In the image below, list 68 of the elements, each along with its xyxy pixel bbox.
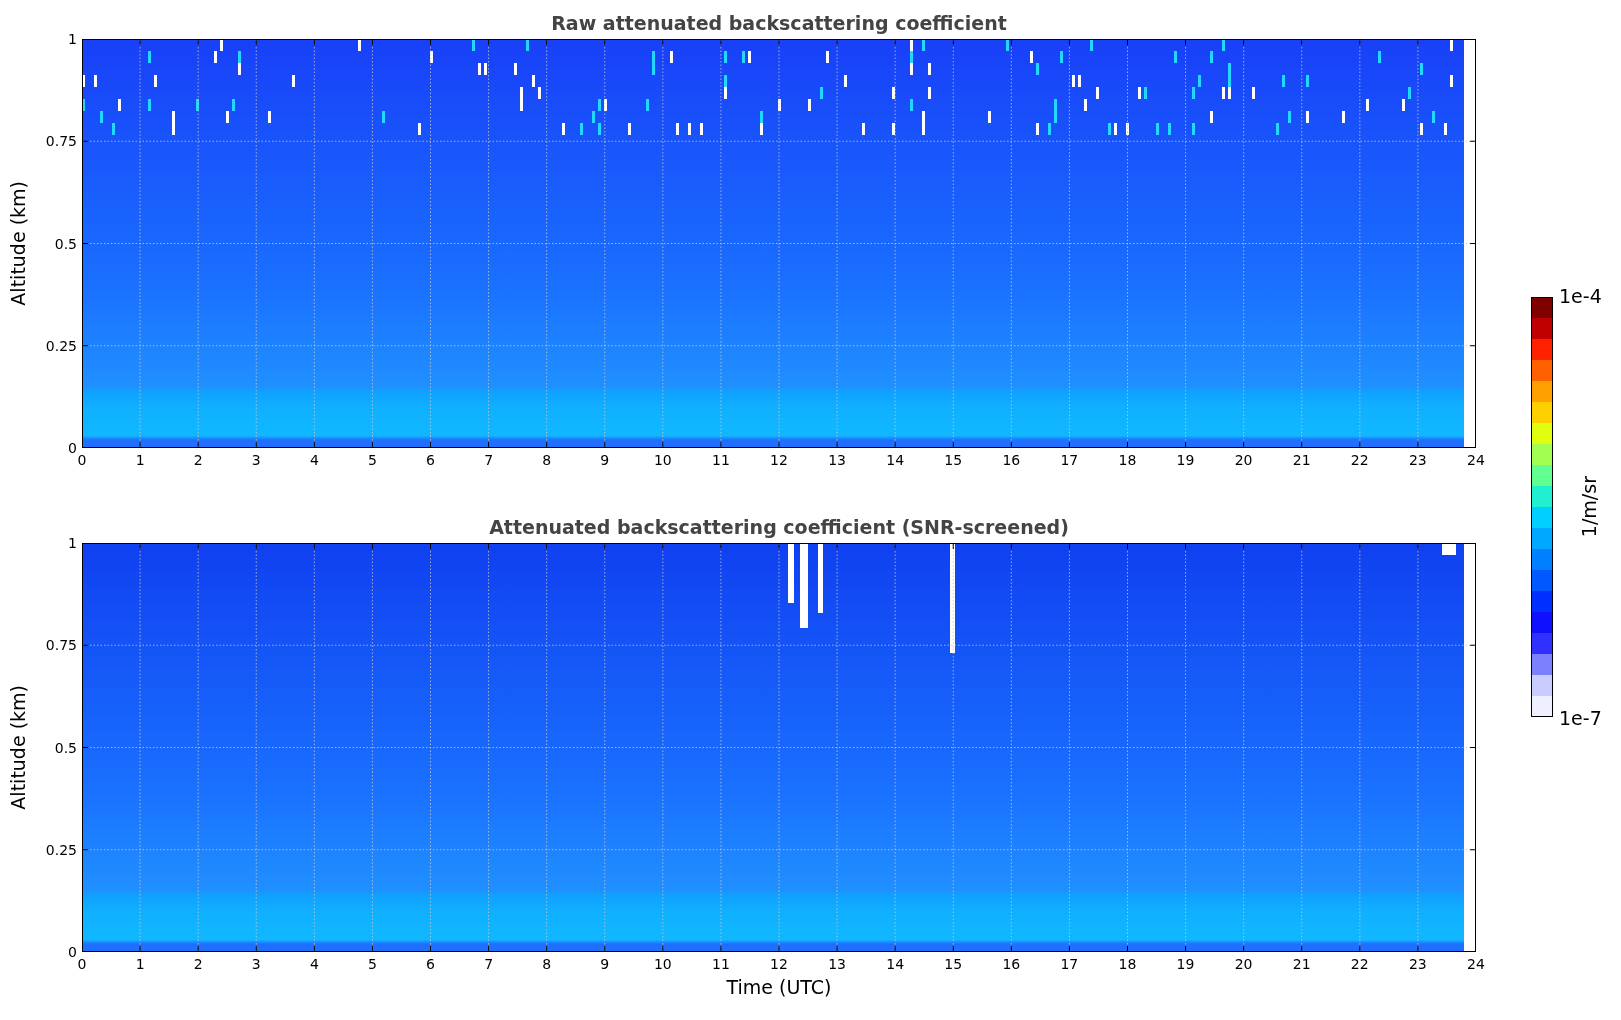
tick-label: 11 <box>712 956 730 972</box>
tick-label: 15 <box>944 452 963 468</box>
tick-label: 0 <box>77 452 87 468</box>
tick-label: 6 <box>426 956 435 972</box>
tick-label: 16 <box>1002 452 1021 468</box>
tick-label: 4 <box>309 452 319 468</box>
tick-label: 22 <box>1350 452 1369 468</box>
tick-label: 17 <box>1060 452 1079 468</box>
tick-label: 18 <box>1118 956 1137 972</box>
tick-label: 16 <box>1002 956 1021 972</box>
tick-label: 8 <box>542 452 552 468</box>
tick-label: 14 <box>886 956 905 972</box>
tick-label: 1 <box>68 535 77 552</box>
tick-label: 22 <box>1350 956 1369 972</box>
tick-label: 9 <box>600 956 610 972</box>
tick-label: 12 <box>770 956 788 972</box>
axis-label: Altitude (km) <box>7 181 29 306</box>
tick-label: 0.5 <box>54 739 77 756</box>
tick-label: 2 <box>193 452 203 468</box>
tick-label: 0.75 <box>45 637 77 654</box>
tick-label: 0 <box>68 944 77 961</box>
tick-label: 8 <box>542 956 552 972</box>
tick-label: 9 <box>600 452 610 468</box>
tick-label: 23 <box>1408 956 1427 972</box>
tick-label: 0 <box>68 440 77 457</box>
tick-label: 20 <box>1234 452 1253 468</box>
tick-label: 5 <box>367 956 377 972</box>
tick-label: 19 <box>1176 956 1195 972</box>
tick-label: 18 <box>1118 452 1137 468</box>
tick-label: 20 <box>1234 956 1253 972</box>
tick-label: 19 <box>1176 452 1195 468</box>
tick-label: 1 <box>68 31 77 48</box>
tick-label: 0.5 <box>54 235 77 252</box>
tick-label: 6 <box>426 452 435 468</box>
tick-label: 13 <box>828 956 846 972</box>
tick-label: 0.75 <box>45 133 77 150</box>
tick-label: 3 <box>251 452 261 468</box>
tick-label: 24 <box>1467 452 1485 468</box>
tick-label: 10 <box>653 452 672 468</box>
tick-label: 1 <box>135 452 145 468</box>
tick-label: 21 <box>1292 956 1311 972</box>
tick-label: 17 <box>1060 956 1079 972</box>
axis-label: Altitude (km) <box>7 685 29 810</box>
tick-label: 0.25 <box>45 841 77 858</box>
colorbar-label: 1/m/sr <box>1577 476 1600 538</box>
tick-label: 0 <box>77 956 87 972</box>
tick-label: 4 <box>309 956 319 972</box>
plot-title: Raw attenuated backscattering coefficient <box>550 11 1008 36</box>
tick-label: 7 <box>484 956 494 972</box>
colorbar-tick-label: 1e-7 <box>1559 707 1602 729</box>
tick-label: 14 <box>886 452 905 468</box>
tick-label: 13 <box>828 452 846 468</box>
tick-label: 21 <box>1292 452 1311 468</box>
tick-label: 2 <box>193 956 203 972</box>
tick-label: 12 <box>770 452 788 468</box>
tick-label: 11 <box>712 452 730 468</box>
tick-label: 15 <box>944 956 963 972</box>
tick-label: 0.25 <box>45 337 77 354</box>
tick-label: 10 <box>653 956 672 972</box>
tick-label: 23 <box>1408 452 1427 468</box>
tick-label: 1 <box>135 956 145 972</box>
plot-title: Attenuated backscattering coefficient (SNR-screened) <box>488 515 1070 540</box>
tick-label: 5 <box>367 452 377 468</box>
tick-label: 24 <box>1467 956 1485 972</box>
colorbar-tick-label: 1e-4 <box>1559 285 1602 307</box>
tick-label: 3 <box>251 956 261 972</box>
tick-label: 7 <box>484 452 494 468</box>
axis-label: Time (UTC) <box>726 976 832 998</box>
